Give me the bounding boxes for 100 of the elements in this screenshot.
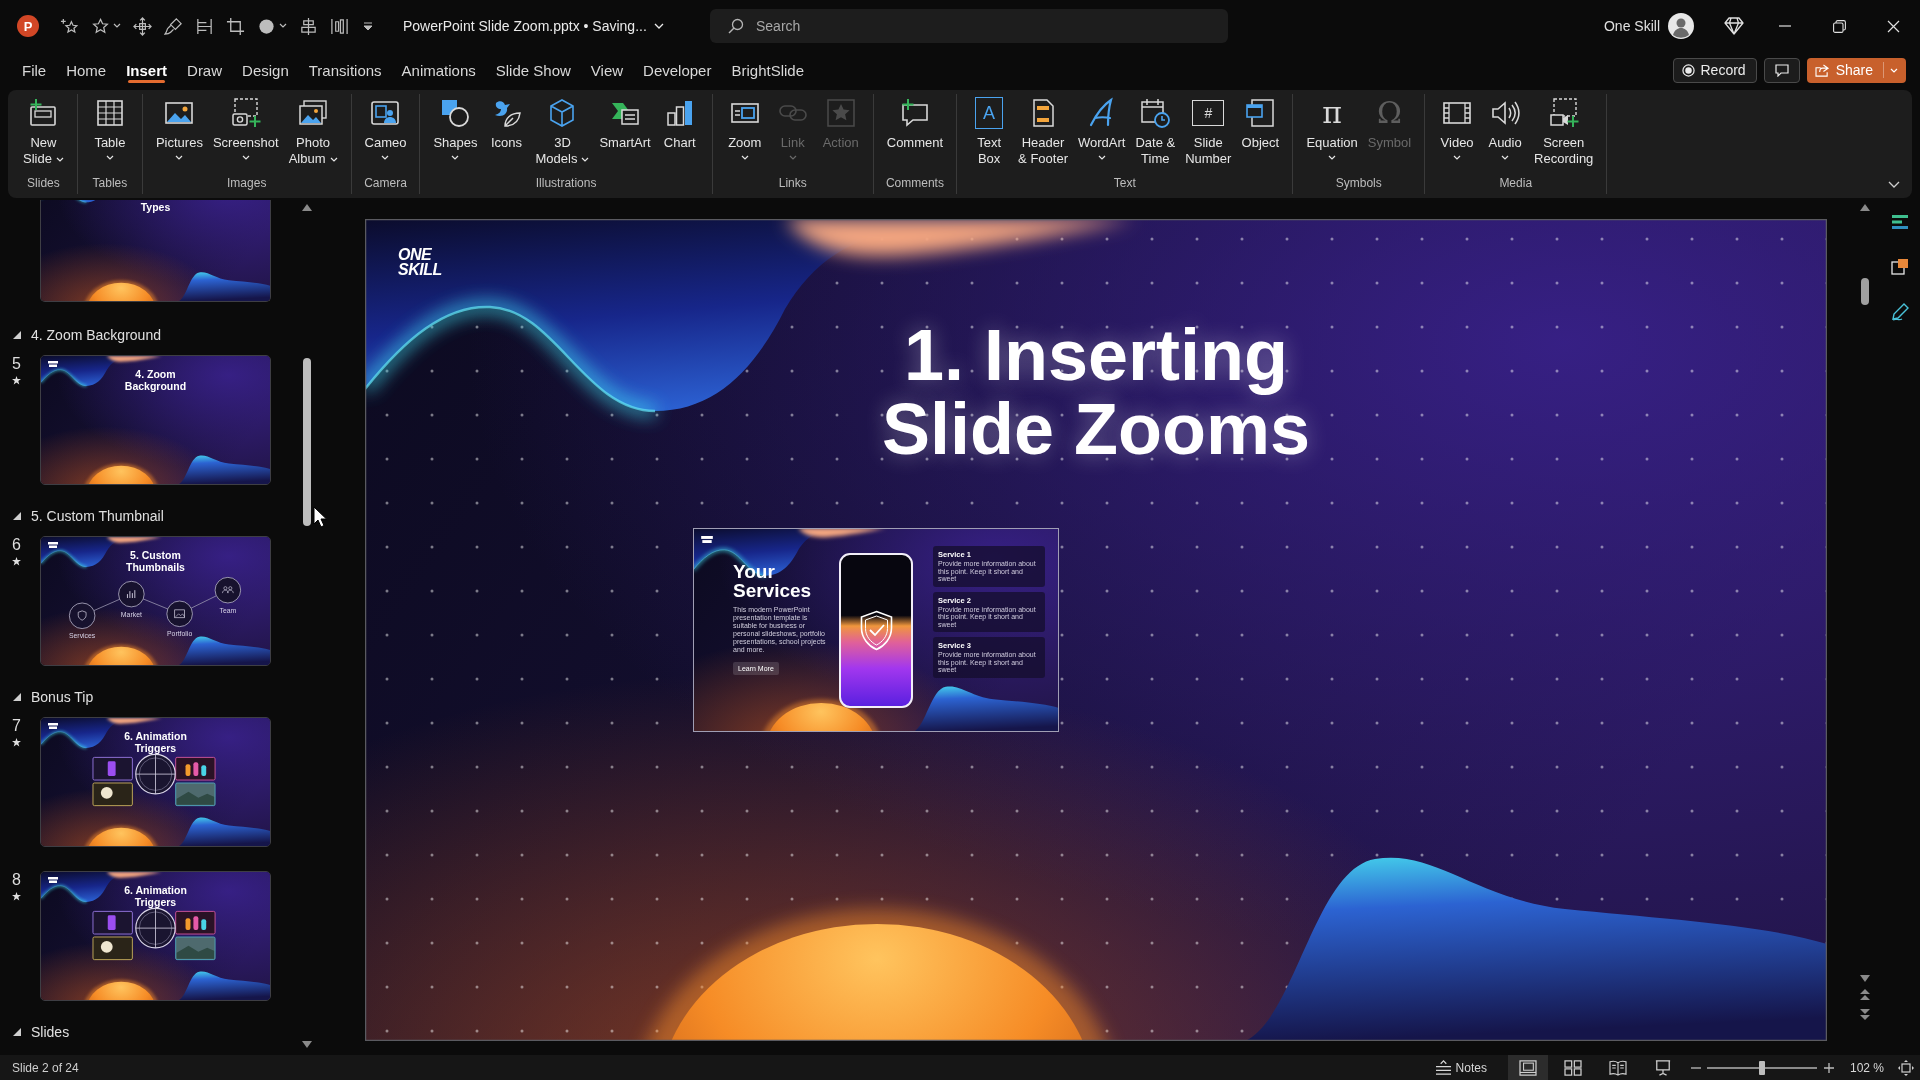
avatar-icon[interactable] <box>1668 13 1694 39</box>
distribute-icon[interactable] <box>330 16 349 36</box>
fit-to-window-icon[interactable] <box>1898 1059 1914 1076</box>
ribbon-button[interactable]: Icons <box>482 96 531 151</box>
ribbon-button[interactable]: Zoom <box>720 96 769 160</box>
notes-button[interactable]: Notes <box>1434 1055 1487 1080</box>
thumbnail-title: 5. Custom Thumbnails <box>125 550 186 573</box>
scrollbar-thumb[interactable] <box>1861 278 1869 305</box>
share-button[interactable]: Share <box>1806 57 1906 83</box>
zoom-in-icon[interactable] <box>1823 1062 1834 1073</box>
comments-button[interactable] <box>1763 57 1800 83</box>
ribbon-tab[interactable]: Slide Show <box>486 52 580 88</box>
section-title[interactable]: Bonus Tip <box>31 689 94 705</box>
caret-icon[interactable] <box>113 23 121 29</box>
view-button[interactable] <box>1507 1055 1548 1080</box>
restore-icon[interactable] <box>1833 19 1846 33</box>
ribbon-tab[interactable]: BrightSlide <box>722 52 813 88</box>
zoom-level[interactable]: 102 % <box>1849 1060 1884 1075</box>
ribbon-button[interactable]: Chart <box>655 96 704 151</box>
crop-icon[interactable] <box>226 16 245 36</box>
section-toggle-icon[interactable] <box>13 1028 21 1036</box>
scroll-down-icon[interactable] <box>302 1041 312 1048</box>
ribbon-tab[interactable]: Draw <box>178 52 232 88</box>
slider-thumb[interactable] <box>1758 1060 1765 1075</box>
chevron-down-icon[interactable] <box>653 23 664 29</box>
section-title[interactable]: 4. Zoom Background <box>31 327 161 343</box>
slide-sorter-icon <box>1563 1059 1582 1076</box>
ribbon-button[interactable]: A Text Box <box>965 96 1014 167</box>
people-icon <box>222 586 234 594</box>
slide-thumbnail[interactable]: 6. Animation Triggers <box>40 717 271 847</box>
close-icon[interactable] <box>1887 19 1900 33</box>
pen-icon[interactable] <box>1890 302 1910 322</box>
section-title[interactable]: Slides <box>31 1024 70 1040</box>
slide-thumbnail[interactable]: 6. Animation Triggers <box>40 871 271 1001</box>
slide-position: Slide 2 of 24 <box>12 1060 79 1075</box>
marker-icon[interactable] <box>164 16 183 36</box>
record-button[interactable]: Record <box>1672 57 1757 83</box>
ribbon-button[interactable]: Video <box>1433 96 1482 160</box>
move-arrows-icon[interactable] <box>133 16 152 36</box>
next-slide-icon[interactable] <box>1860 1008 1870 1020</box>
sparkle-star-icon[interactable] <box>60 16 79 36</box>
ribbon-tab[interactable]: File <box>13 52 56 88</box>
previous-slide-icon[interactable] <box>1860 989 1870 1001</box>
ribbon-button[interactable]: New Slide <box>18 96 69 167</box>
ribbon-button[interactable]: Object <box>1236 96 1285 151</box>
zoom-out-icon[interactable] <box>1690 1066 1701 1069</box>
ribbon-button[interactable]: Screenshot <box>207 96 284 160</box>
ribbon-tab[interactable]: Design <box>233 52 298 88</box>
customize-caret-icon[interactable] <box>363 22 373 30</box>
ribbon-tab[interactable]: Developer <box>634 52 721 88</box>
ribbon-button[interactable]: Cameo <box>359 96 412 160</box>
ribbon-button[interactable]: WordArt <box>1072 96 1131 160</box>
section-toggle-icon[interactable] <box>13 331 21 339</box>
ribbon-tab[interactable]: Transitions <box>299 52 391 88</box>
scrollbar-thumb[interactable] <box>303 358 311 526</box>
scroll-down-icon[interactable] <box>1860 975 1870 982</box>
ribbon-tab[interactable]: Home <box>57 52 116 88</box>
align-center-icon[interactable] <box>299 16 318 36</box>
ribbon-button[interactable]: Screen Recording <box>1529 96 1599 167</box>
ribbon-button[interactable]: Pictures <box>150 96 208 160</box>
ribbon-button[interactable]: Photo Album <box>283 96 343 167</box>
app-logo[interactable]: P <box>17 15 39 37</box>
ribbon-button[interactable]: # Slide Number <box>1180 96 1237 167</box>
account-name[interactable]: One Skill <box>1603 18 1660 34</box>
star-icon[interactable] <box>91 16 110 36</box>
scroll-up-icon[interactable] <box>302 204 312 211</box>
node-connector <box>190 595 217 609</box>
ribbon-button[interactable]: SmartArt <box>594 96 656 151</box>
filled-circle-icon[interactable] <box>257 16 276 36</box>
slide-thumbnail[interactable]: Types <box>40 200 271 302</box>
ribbon-button[interactable]: Shapes <box>428 96 483 160</box>
ribbon-button[interactable]: 3D Models <box>530 96 595 167</box>
zoom-heading: Your Services <box>733 562 812 600</box>
ribbon-tab[interactable]: Animations <box>392 52 485 88</box>
ribbon-button[interactable]: Audio <box>1481 96 1530 160</box>
slide-thumbnail[interactable]: 4. Zoom Background <box>40 355 271 485</box>
section-toggle-icon[interactable] <box>13 693 21 701</box>
ribbon-tab[interactable]: View <box>581 52 633 88</box>
search-field[interactable]: Search <box>710 9 1228 43</box>
ribbon-button[interactable]: π Equation <box>1301 96 1363 160</box>
scroll-up-icon[interactable] <box>1860 204 1870 211</box>
document-title[interactable]: PowerPoint Slide Zoom.pptx • Saving... <box>403 18 647 34</box>
slide-number-icon: # <box>1192 100 1225 126</box>
collapse-ribbon-icon[interactable] <box>1888 181 1900 188</box>
slide-title[interactable]: 1. Inserting Slide Zooms <box>856 318 1336 466</box>
bracket-lines-icon[interactable] <box>195 16 214 36</box>
section-title[interactable]: 5. Custom Thumbnail <box>31 508 164 524</box>
diamond-icon[interactable] <box>1724 17 1744 35</box>
overlapping-squares-icon[interactable] <box>1890 257 1910 277</box>
ribbon-button[interactable]: Table <box>85 96 134 160</box>
screen-recording-icon <box>1547 97 1580 129</box>
bars-icon[interactable] <box>1890 212 1910 232</box>
caret-icon[interactable] <box>279 23 287 29</box>
ribbon-button[interactable]: Comment <box>881 96 949 151</box>
section-toggle-icon[interactable] <box>13 512 21 520</box>
ribbon-button[interactable]: Header & Footer <box>1013 96 1073 167</box>
group-label: Symbols <box>1335 176 1382 192</box>
ribbon-tab[interactable]: Insert <box>117 52 177 88</box>
circle-diagram <box>135 907 176 949</box>
ribbon-button[interactable]: Date & Time <box>1130 96 1181 167</box>
